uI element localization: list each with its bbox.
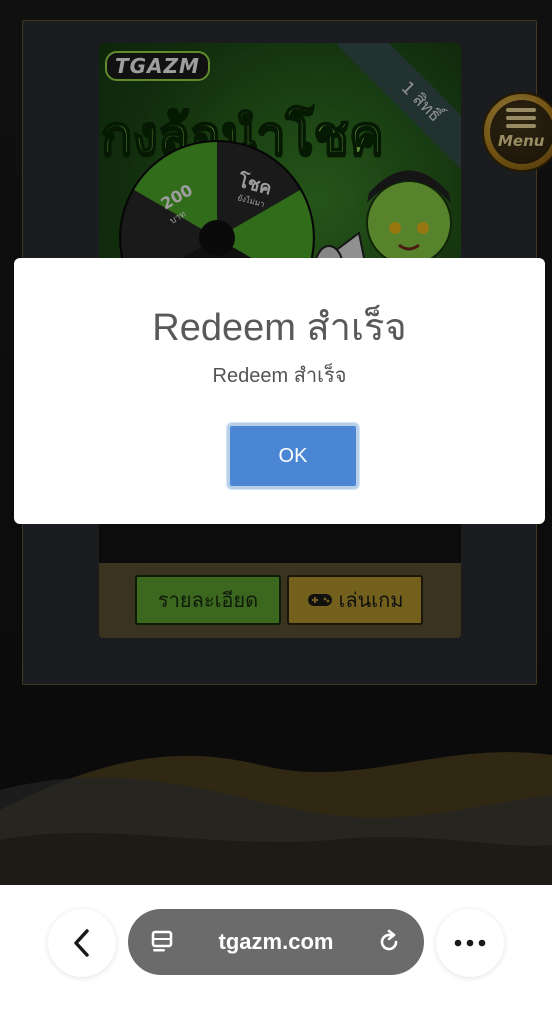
- dialog-title: Redeem สำเร็จ: [152, 307, 407, 349]
- browser-toolbar: tgazm.com: [0, 885, 552, 1024]
- ok-button[interactable]: OK: [227, 423, 359, 489]
- more-options-button[interactable]: [436, 909, 504, 977]
- page-background: TGAZM กงล้อนำโชค 1 สิทธิ์ 200 บาท โชค ยั…: [0, 0, 552, 885]
- address-bar[interactable]: tgazm.com: [128, 909, 424, 975]
- more-horizontal-icon: [454, 939, 486, 947]
- success-dialog: Redeem สำเร็จ Redeem สำเร็จ OK: [14, 258, 545, 524]
- chevron-left-icon: [74, 929, 89, 957]
- back-button[interactable]: [48, 909, 116, 977]
- reload-icon[interactable]: [376, 929, 402, 955]
- dialog-message: Redeem สำเร็จ: [212, 365, 347, 387]
